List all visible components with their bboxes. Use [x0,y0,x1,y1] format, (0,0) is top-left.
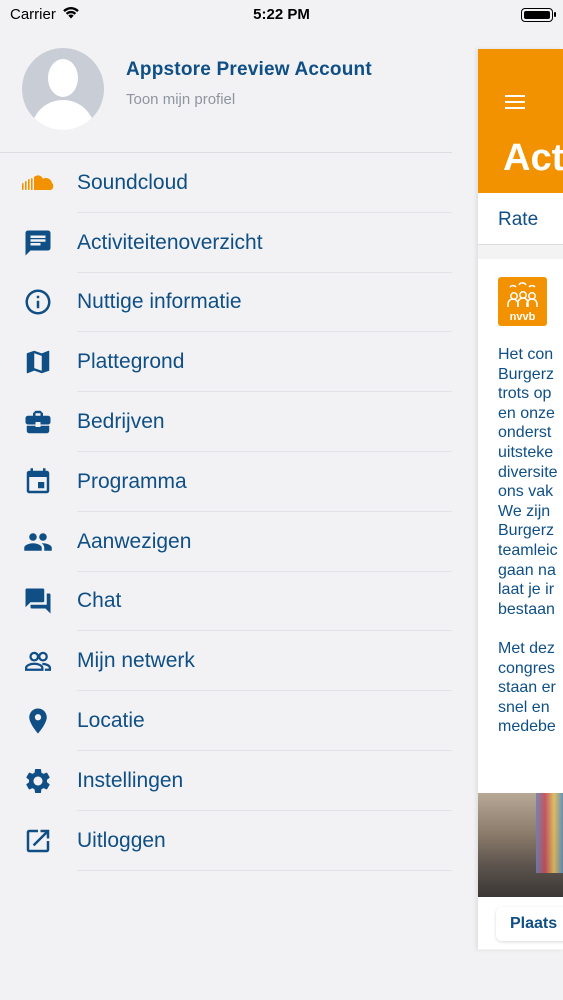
profile-header[interactable]: Appstore Preview Account Toon mijn profi… [22,48,372,130]
drawer-menu: Soundcloud Activiteitenoverzicht Nuttige… [0,153,452,871]
nvvb-logo: nvvb [498,277,547,326]
feed-icon [21,226,55,260]
soundcloud-icon [21,166,55,200]
menu-item-mijn-netwerk[interactable]: Mijn netwerk [0,631,452,691]
side-drawer: Appstore Preview Account Toon mijn profi… [0,0,478,1000]
network-icon [21,644,55,678]
gear-icon [21,764,55,798]
battery-icon [521,8,556,22]
menu-item-uitloggen[interactable]: Uitloggen [0,811,452,871]
hamburger-menu-icon[interactable] [505,95,525,109]
place-button[interactable]: Plaats [496,907,563,941]
menu-label: Activiteitenoverzicht [77,230,263,254]
menu-label: Programma [77,469,187,493]
post-text: Het con Burgerz trots op en onze onderst… [498,346,558,736]
location-pin-icon [21,704,55,738]
menu-label: Mijn netwerk [77,649,195,673]
post-card: nvvb Het con Burgerz trots op en onze on… [478,259,563,949]
menu-label: Instellingen [77,768,184,792]
briefcase-icon [21,405,55,439]
app-header: Act [478,49,563,193]
stained-glass-window [536,793,563,873]
rate-bar[interactable]: Rate [478,193,563,245]
chat-icon [21,584,55,618]
menu-item-instellingen[interactable]: Instellingen [0,751,452,811]
main-content-panel[interactable]: Act Rate nvvb Het con Burgerz trots op e… [478,49,563,950]
view-profile-link[interactable]: Toon mijn profiel [126,91,372,108]
menu-item-nuttige-informatie[interactable]: Nuttige informatie [0,273,452,333]
menu-item-plattegrond[interactable]: Plattegrond [0,332,452,392]
place-button-label: Plaats [510,915,558,932]
menu-label: Locatie [77,709,145,733]
avatar[interactable] [22,48,104,130]
rate-label: Rate [498,209,539,230]
menu-label: Uitloggen [77,828,166,852]
menu-item-programma[interactable]: Programma [0,452,452,512]
menu-item-chat[interactable]: Chat [0,572,452,632]
menu-item-activiteitenoverzicht[interactable]: Activiteitenoverzicht [0,213,452,273]
profile-text: Appstore Preview Account Toon mijn profi… [126,59,372,108]
menu-label: Bedrijven [77,410,165,434]
app-screen: Carrier 5:22 PM Appstore Preview Account… [0,0,563,1000]
logo-text: nvvb [510,311,536,323]
post-photo[interactable] [478,793,563,897]
map-icon [21,345,55,379]
menu-item-bedrijven[interactable]: Bedrijven [0,392,452,452]
info-icon [21,285,55,319]
page-title: Act [503,137,563,179]
menu-item-soundcloud[interactable]: Soundcloud [0,153,452,213]
menu-label: Nuttige informatie [77,290,242,314]
logout-icon [21,824,55,858]
menu-label: Plattegrond [77,350,185,374]
menu-label: Soundcloud [77,170,188,194]
menu-item-aanwezigen[interactable]: Aanwezigen [0,512,452,572]
menu-label: Chat [77,589,122,613]
profile-name: Appstore Preview Account [126,59,372,80]
menu-label: Aanwezigen [77,529,192,553]
menu-item-locatie[interactable]: Locatie [0,691,452,751]
people-icon [21,525,55,559]
calendar-icon [21,465,55,499]
